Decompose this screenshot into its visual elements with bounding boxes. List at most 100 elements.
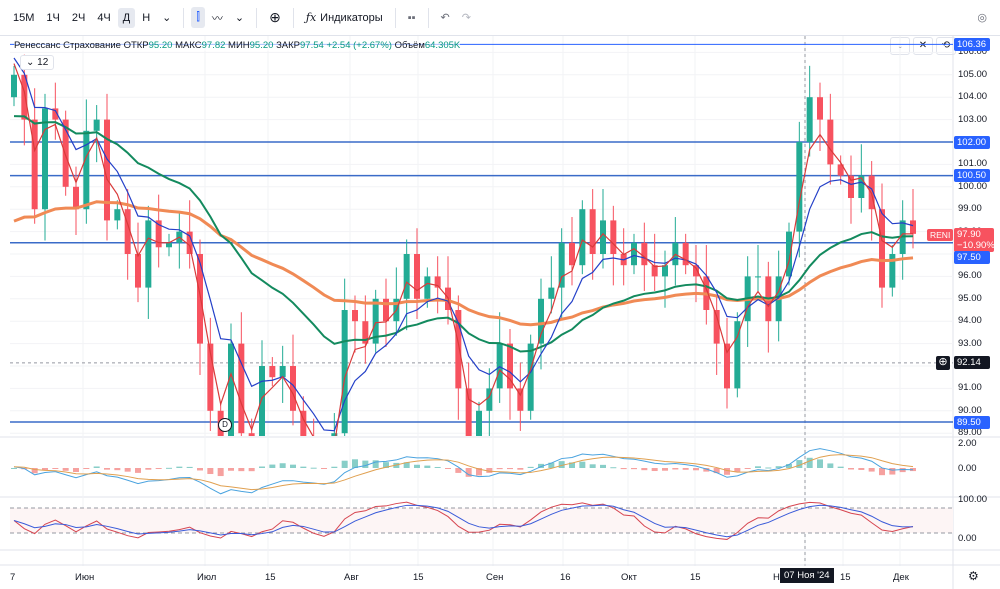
symbol-name[interactable]: Ренессанс Страхование — [14, 40, 121, 51]
macd-histogram-bar — [176, 466, 183, 468]
interval-day[interactable]: Д — [117, 7, 136, 28]
macd-histogram-bar — [52, 468, 59, 469]
price-tick-label: 94.00 — [958, 315, 982, 327]
macd-histogram-bar — [248, 468, 255, 472]
macd-histogram-bar — [879, 468, 885, 476]
price-chart[interactable] — [0, 36, 1000, 589]
macd-histogram-bar — [83, 468, 90, 469]
macd-histogram-bar — [310, 467, 317, 469]
undo-icon[interactable]: ↶ — [436, 7, 455, 28]
macd-histogram-bar — [662, 468, 668, 471]
macd-histogram-bar — [238, 468, 245, 472]
candles-chart-type-icon[interactable]: ⫿ — [191, 7, 205, 28]
oscillator-tick-label: 0.00 — [958, 533, 977, 544]
divider — [256, 7, 258, 28]
macd-histogram-bar — [672, 468, 679, 470]
candle-body — [300, 410, 307, 436]
macd-histogram-bar — [11, 468, 17, 469]
compare-add-icon[interactable]: ⊕ — [264, 5, 286, 30]
candle-body — [476, 410, 482, 436]
macd-histogram-bar — [104, 468, 110, 470]
redo-icon[interactable]: ↷ — [457, 7, 476, 28]
macd-histogram-bar — [755, 466, 761, 468]
macd-histogram-bar — [527, 466, 534, 468]
interval-week[interactable]: Н — [137, 8, 155, 28]
level-badge-100-50: 100.50 — [954, 169, 990, 182]
macd-histogram-bar — [837, 466, 844, 468]
candle-body — [93, 119, 100, 131]
macd-histogram-bar — [186, 466, 193, 468]
candle-body — [424, 276, 431, 299]
snapshot-camera-icon[interactable]: ◎ — [972, 7, 992, 28]
chart-type-chevron-icon[interactable]: ⌄ — [230, 7, 249, 28]
interval-1h[interactable]: 1Ч — [41, 8, 64, 28]
line-chart-type-icon[interactable]: 〰 — [207, 6, 228, 30]
indicators-collapse-button[interactable]: ⌄ 12 — [20, 55, 55, 70]
candle-body — [238, 343, 245, 434]
interval-4h[interactable]: 4Ч — [92, 8, 115, 28]
crosshair-date-badge: 07 Ноя '24 — [780, 568, 834, 583]
macd-histogram-bar — [858, 468, 865, 470]
divider — [394, 7, 396, 28]
candle-body — [806, 97, 813, 142]
indicators-label: Индикаторы — [320, 11, 383, 24]
macd-histogram-bar — [641, 468, 648, 471]
candle-body — [910, 220, 916, 234]
macd-histogram-bar — [693, 468, 699, 471]
candle-body — [228, 343, 234, 436]
macd-histogram-bar — [114, 468, 121, 471]
candle-body — [786, 231, 792, 277]
indicators-button[interactable]: ƒx Индикаторы — [301, 7, 388, 28]
macd-histogram-bar — [424, 465, 431, 468]
macd-histogram-bar — [889, 468, 896, 475]
candle-body — [848, 175, 854, 198]
price-tick-label: 104.00 — [958, 91, 988, 103]
level-badge-97-50: 97.50 — [954, 251, 990, 264]
candle-body — [548, 287, 555, 299]
candle-body — [83, 130, 90, 210]
candle-body — [403, 254, 410, 299]
macd-histogram-bar — [259, 466, 265, 468]
indicator-count: 12 — [37, 57, 49, 68]
candle-body — [755, 276, 761, 278]
candle-body — [135, 254, 141, 288]
layouts-grid-icon[interactable]: ▪▪ — [403, 8, 421, 28]
macd-histogram-bar — [331, 466, 338, 468]
candle-body — [631, 242, 637, 266]
macd-histogram-bar — [93, 466, 100, 468]
time-tick-label: Сен — [486, 572, 504, 583]
time-tick-label: 15 — [265, 572, 276, 583]
dividend-marker[interactable]: D — [218, 418, 232, 432]
interval-dropdown-chevron-icon[interactable]: ⌄ — [157, 7, 176, 28]
change-value: +2.54 (+2.67%) — [326, 40, 392, 51]
macd-histogram-bar — [321, 468, 327, 469]
candle-body — [527, 343, 534, 411]
macd-histogram-bar — [734, 468, 741, 472]
alert-price-badge: 106.36 — [954, 38, 990, 51]
add-alert-plus-icon[interactable]: ⊕ — [936, 356, 950, 370]
interval-15m[interactable]: 15M — [8, 8, 39, 28]
price-tick-label: 96.00 — [958, 270, 982, 282]
price-tick-label: 100.00 — [958, 180, 988, 192]
macd-histogram-bar — [496, 468, 503, 470]
macd-tick-label: 2.00 — [958, 438, 977, 449]
macd-histogram-bar — [610, 467, 617, 469]
last-price: 97.90 — [957, 229, 981, 240]
price-tick-label: 101.00 — [958, 158, 988, 170]
level-badge-89-50: 89.50 — [954, 416, 990, 429]
macd-histogram-bar — [414, 464, 420, 468]
macd-histogram-bar — [341, 460, 348, 468]
macd-histogram-bar — [589, 464, 596, 468]
candle-body — [311, 444, 317, 455]
interval-2h[interactable]: 2Ч — [67, 8, 90, 28]
macd-histogram-bar — [300, 466, 307, 468]
price-tick-label: 103.00 — [958, 113, 988, 125]
symbol-legend: Ренессанс Страхование ОТКР95.20 МАКС97.8… — [14, 40, 461, 51]
ticker-badge: RENI — [927, 229, 954, 241]
candle-body — [817, 97, 823, 120]
macd-histogram-bar — [197, 468, 203, 471]
candle-body — [827, 119, 834, 165]
settings-gear-icon[interactable]: ⚙ — [968, 569, 979, 583]
macd-histogram-bar — [817, 459, 823, 468]
macd-histogram-bar — [269, 464, 276, 468]
